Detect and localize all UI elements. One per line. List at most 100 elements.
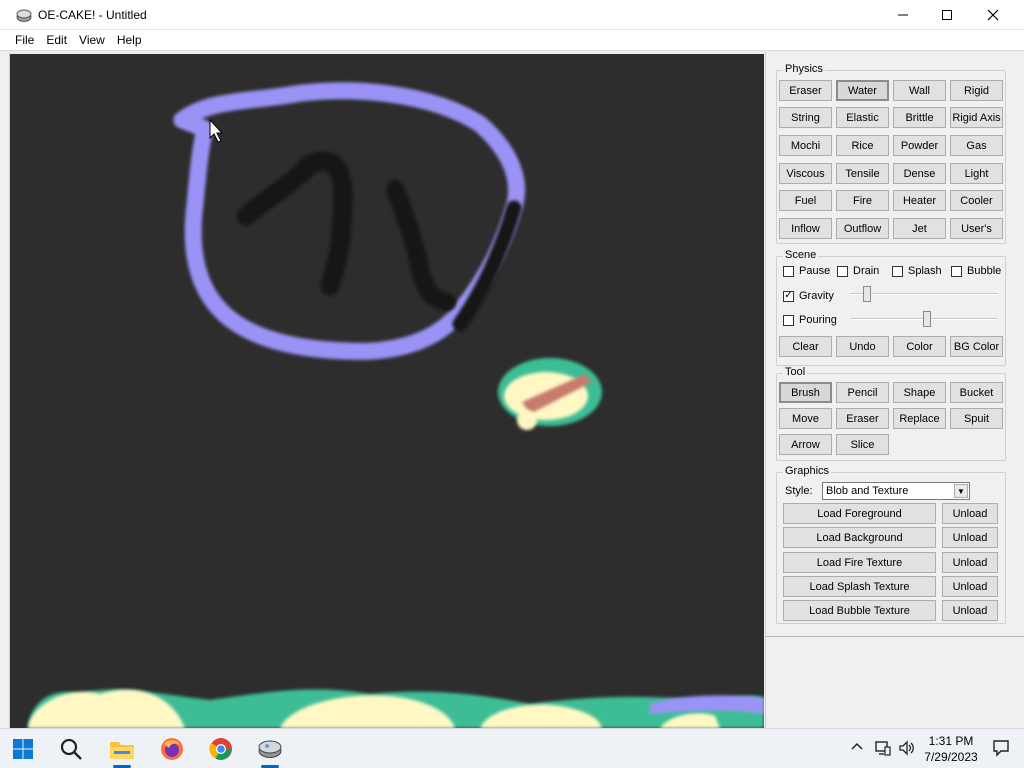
physics-rigid-button[interactable]: Rigid [950, 80, 1003, 101]
unload-bubble-texture-button[interactable]: Unload [942, 600, 998, 621]
drain-label: Drain [853, 265, 880, 277]
unload-splash-texture-button[interactable]: Unload [942, 576, 998, 597]
gravity-checkbox[interactable]: ✓ Gravity [783, 290, 834, 302]
bubble-checkbox[interactable]: Bubble [951, 265, 1001, 277]
tool-brush-button[interactable]: Brush [779, 382, 832, 403]
pouring-check-box[interactable] [783, 314, 794, 326]
unload-foreground-button[interactable]: Unload [942, 503, 998, 524]
pouring-checkbox[interactable]: Pouring [783, 314, 837, 326]
search-icon[interactable] [56, 735, 86, 763]
file-explorer-icon[interactable] [107, 735, 137, 763]
floating-blob [498, 358, 602, 430]
physics-string-button[interactable]: String [779, 107, 832, 128]
firefox-icon[interactable] [157, 735, 187, 763]
tool-arrow-button[interactable]: Arrow [779, 434, 832, 455]
tool-slice-button[interactable]: Slice [836, 434, 889, 455]
pouring-slider-thumb[interactable] [923, 311, 931, 327]
volume-icon[interactable] [898, 739, 916, 760]
load-bubble-texture-button[interactable]: Load Bubble Texture [783, 600, 936, 621]
physics-water-button[interactable]: Water [836, 80, 889, 101]
bottom-pool [28, 689, 764, 728]
splash-checkbox[interactable]: Splash [892, 265, 942, 277]
tool-replace-button[interactable]: Replace [893, 408, 946, 429]
close-button[interactable] [970, 0, 1016, 30]
physics-viscous-button[interactable]: Viscous [779, 163, 832, 184]
simulation-canvas[interactable] [10, 54, 764, 728]
drain-check-box[interactable] [837, 265, 848, 277]
physics-light-button[interactable]: Light [950, 163, 1003, 184]
unload-background-button[interactable]: Unload [942, 527, 998, 548]
scene-color-button[interactable]: Color [893, 336, 946, 357]
physics-powder-button[interactable]: Powder [893, 135, 946, 156]
load-fire-texture-button[interactable]: Load Fire Texture [783, 552, 936, 573]
wall-stroke-3 [452, 200, 522, 332]
physics-dense-button[interactable]: Dense [893, 163, 946, 184]
physics-inflow-button[interactable]: Inflow [779, 218, 832, 239]
physics-mochi-button[interactable]: Mochi [779, 135, 832, 156]
menu-file[interactable]: File [9, 33, 40, 47]
physics-heater-button[interactable]: Heater [893, 190, 946, 211]
chevron-down-icon[interactable]: ▼ [954, 484, 968, 498]
splash-check-box[interactable] [892, 265, 903, 277]
pause-check-box[interactable] [783, 265, 794, 277]
menu-bar: File Edit View Help [0, 30, 1024, 51]
tool-spuit-button[interactable]: Spuit [950, 408, 1003, 429]
minimize-icon [898, 14, 908, 16]
physics-cooler-button[interactable]: Cooler [950, 190, 1003, 211]
gravity-slider[interactable] [850, 284, 998, 304]
clock[interactable]: 1:31 PM 7/29/2023 [916, 733, 986, 765]
gravity-check-box[interactable]: ✓ [783, 290, 794, 302]
mouse-cursor [209, 118, 224, 143]
scene-undo-button[interactable]: Undo [836, 336, 889, 357]
tool-shape-button[interactable]: Shape [893, 382, 946, 403]
physics-fire-button[interactable]: Fire [836, 190, 889, 211]
menu-edit[interactable]: Edit [40, 33, 73, 47]
menu-view[interactable]: View [73, 33, 111, 47]
scene-group-title: Scene [783, 249, 819, 261]
menu-help[interactable]: Help [111, 33, 148, 47]
chevron-up-icon[interactable] [850, 740, 864, 757]
physics-gas-button[interactable]: Gas [950, 135, 1003, 156]
physics-rigid-axis-button[interactable]: Rigid Axis [950, 107, 1003, 128]
minimize-button[interactable] [880, 0, 926, 30]
physics-outflow-button[interactable]: Outflow [836, 218, 889, 239]
gravity-slider-thumb[interactable] [863, 286, 871, 302]
gravity-slider-track [850, 293, 998, 295]
chrome-icon[interactable] [206, 735, 236, 763]
maximize-button[interactable] [924, 0, 970, 30]
pause-label: Pause [799, 265, 831, 277]
pause-checkbox[interactable]: Pause [783, 265, 830, 277]
scene-bg-color-button[interactable]: BG Color [950, 336, 1003, 357]
gravity-label: Gravity [799, 290, 834, 302]
wall-stroke-2 [386, 180, 456, 311]
unload-fire-texture-button[interactable]: Unload [942, 552, 998, 573]
physics-brittle-button[interactable]: Brittle [893, 107, 946, 128]
bubble-check-box[interactable] [951, 265, 962, 277]
style-select[interactable]: Blob and Texture ▼ [822, 482, 970, 500]
pouring-slider[interactable] [850, 309, 998, 329]
physics-tensile-button[interactable]: Tensile [836, 163, 889, 184]
tool-pencil-button[interactable]: Pencil [836, 382, 889, 403]
drain-checkbox[interactable]: Drain [837, 265, 879, 277]
physics-wall-button[interactable]: Wall [893, 80, 946, 101]
load-splash-texture-button[interactable]: Load Splash Texture [783, 576, 936, 597]
windows-start-icon[interactable] [8, 735, 38, 763]
tool-move-button[interactable]: Move [779, 408, 832, 429]
pouring-label: Pouring [799, 314, 837, 326]
physics-user-s-button[interactable]: User's [950, 218, 1003, 239]
network-icon[interactable] [874, 739, 892, 760]
oe-cake-icon[interactable] [255, 735, 285, 763]
physics-fuel-button[interactable]: Fuel [779, 190, 832, 211]
physics-elastic-button[interactable]: Elastic [836, 107, 889, 128]
tool-eraser-button[interactable]: Eraser [836, 408, 889, 429]
load-background-button[interactable]: Load Background [783, 527, 936, 548]
physics-eraser-button[interactable]: Eraser [779, 80, 832, 101]
tool-bucket-button[interactable]: Bucket [950, 382, 1003, 403]
physics-rice-button[interactable]: Rice [836, 135, 889, 156]
scene-clear-button[interactable]: Clear [779, 336, 832, 357]
physics-jet-button[interactable]: Jet [893, 218, 946, 239]
canvas-area [0, 52, 765, 728]
notification-icon[interactable] [992, 739, 1010, 760]
physics-group-title: Physics [783, 63, 825, 75]
load-foreground-button[interactable]: Load Foreground [783, 503, 936, 524]
